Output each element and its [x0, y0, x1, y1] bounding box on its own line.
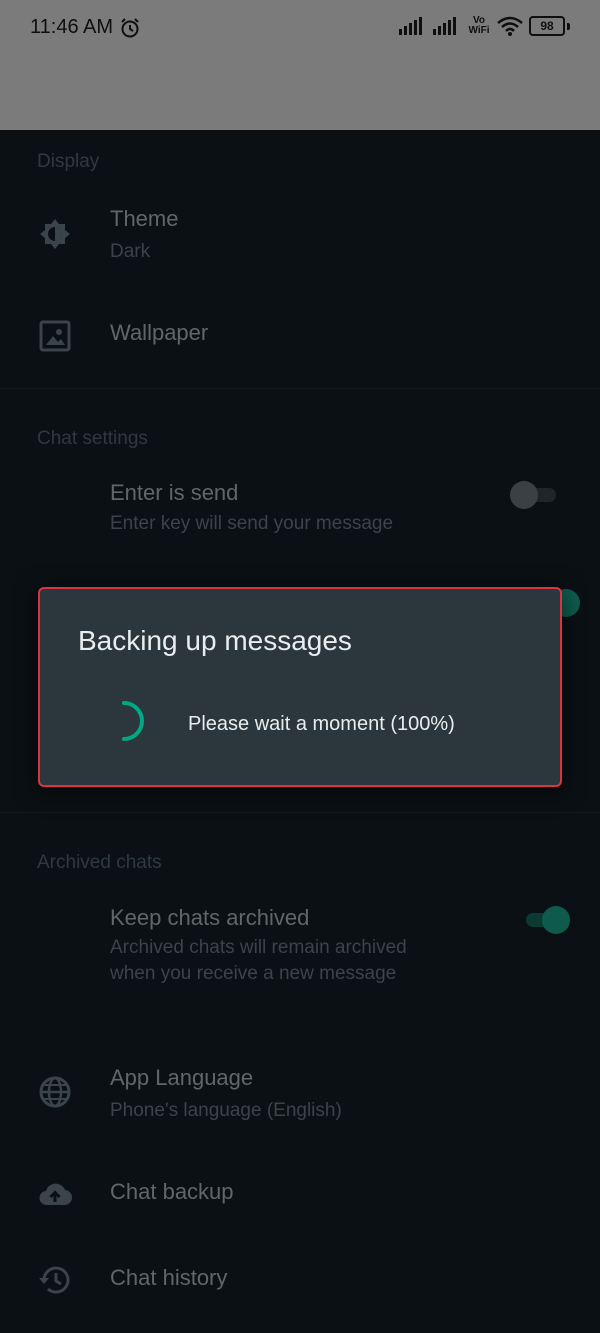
globe-icon [39, 1076, 71, 1108]
cloud-upload-icon [39, 1183, 73, 1206]
dialog-message: Please wait a moment (100%) [188, 713, 455, 735]
app-language-value: Phone's language (English) [110, 1100, 342, 1121]
status-time: 11:46 AM [30, 16, 114, 38]
alarm-icon [121, 17, 139, 37]
keep-chats-archived-subtitle-2: when you receive a new message [110, 963, 397, 984]
status-bar: 11:46 AM Vo WiFi 98 [0, 0, 600, 130]
app-language-title[interactable]: App Language [110, 1065, 253, 1091]
signal-icon-2 [433, 17, 456, 35]
divider [0, 812, 600, 813]
theme-title[interactable]: Theme [110, 206, 178, 232]
time-group: 11:46 AM [30, 16, 141, 39]
enter-is-send-subtitle: Enter key will send your message [110, 513, 394, 534]
battery-cap [567, 22, 570, 30]
signal-icon [399, 17, 422, 35]
chat-history-title[interactable]: Chat history [110, 1265, 227, 1291]
theme-icon [40, 219, 70, 249]
dialog-title: Backing up messages [78, 625, 352, 656]
loading-spinner-icon [122, 701, 144, 741]
keep-chats-archived-toggle[interactable] [522, 906, 570, 934]
enter-is-send-toggle[interactable] [510, 481, 558, 509]
backup-progress-dialog: Backing up messages Please wait a moment… [38, 587, 562, 787]
history-icon [39, 1266, 70, 1294]
section-header-archived-chats: Archived chats [37, 852, 162, 873]
toggle-knob [510, 481, 538, 509]
divider [0, 388, 600, 389]
chat-backup-title[interactable]: Chat backup [110, 1179, 234, 1205]
theme-value: Dark [110, 241, 151, 262]
keep-chats-archived-title[interactable]: Keep chats archived [110, 905, 309, 931]
toggle-knob [542, 906, 570, 934]
enter-is-send-title[interactable]: Enter is send [110, 480, 238, 506]
battery-icon: 98 [529, 16, 565, 36]
vowifi-indicator: Vo WiFi [468, 15, 490, 36]
status-icons: Vo WiFi 98 [399, 16, 570, 36]
section-header-chat-settings: Chat settings [37, 428, 148, 449]
wallpaper-icon [39, 320, 71, 352]
section-header-display: Display [37, 151, 100, 172]
wallpaper-title[interactable]: Wallpaper [110, 320, 208, 346]
wifi-icon [497, 16, 523, 36]
keep-chats-archived-subtitle-1: Archived chats will remain archived [110, 937, 407, 958]
